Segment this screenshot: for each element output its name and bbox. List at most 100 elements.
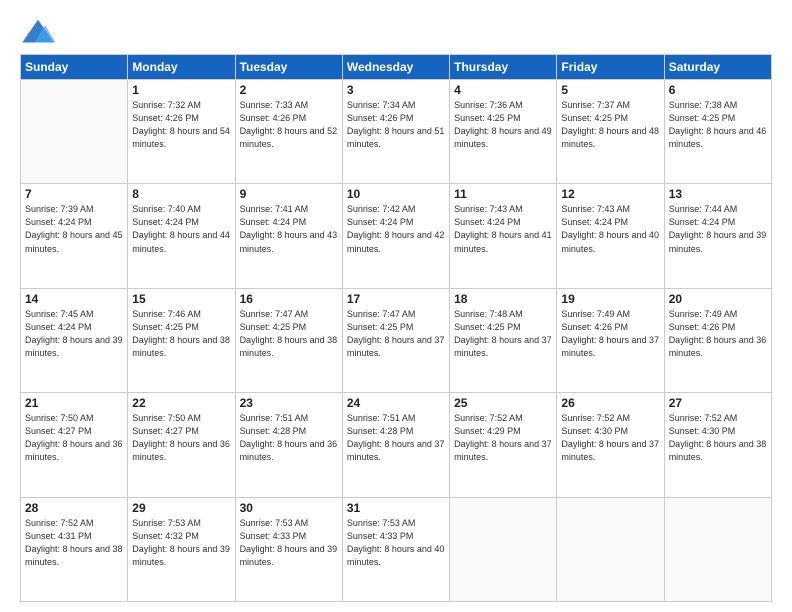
header [20, 18, 772, 46]
calendar-cell: 8 Sunrise: 7:40 AMSunset: 4:24 PMDayligh… [128, 184, 235, 288]
day-info: Sunrise: 7:48 AMSunset: 4:25 PMDaylight:… [454, 308, 552, 360]
calendar-cell: 24 Sunrise: 7:51 AMSunset: 4:28 PMDaylig… [342, 393, 449, 497]
calendar-cell: 28 Sunrise: 7:52 AMSunset: 4:31 PMDaylig… [21, 497, 128, 601]
day-info: Sunrise: 7:49 AMSunset: 4:26 PMDaylight:… [561, 308, 659, 360]
day-info: Sunrise: 7:32 AMSunset: 4:26 PMDaylight:… [132, 99, 230, 151]
day-info: Sunrise: 7:53 AMSunset: 4:33 PMDaylight:… [240, 517, 338, 569]
day-info: Sunrise: 7:36 AMSunset: 4:25 PMDaylight:… [454, 99, 552, 151]
day-number: 5 [561, 83, 659, 97]
day-info: Sunrise: 7:52 AMSunset: 4:30 PMDaylight:… [561, 412, 659, 464]
logo [20, 18, 60, 46]
day-number: 18 [454, 292, 552, 306]
day-info: Sunrise: 7:40 AMSunset: 4:24 PMDaylight:… [132, 203, 230, 255]
day-info: Sunrise: 7:43 AMSunset: 4:24 PMDaylight:… [454, 203, 552, 255]
day-info: Sunrise: 7:39 AMSunset: 4:24 PMDaylight:… [25, 203, 123, 255]
day-number: 13 [669, 187, 767, 201]
calendar-cell: 16 Sunrise: 7:47 AMSunset: 4:25 PMDaylig… [235, 288, 342, 392]
day-number: 6 [669, 83, 767, 97]
calendar-cell: 5 Sunrise: 7:37 AMSunset: 4:25 PMDayligh… [557, 80, 664, 184]
calendar-cell: 29 Sunrise: 7:53 AMSunset: 4:32 PMDaylig… [128, 497, 235, 601]
day-info: Sunrise: 7:52 AMSunset: 4:30 PMDaylight:… [669, 412, 767, 464]
day-number: 10 [347, 187, 445, 201]
calendar-week-row: 7 Sunrise: 7:39 AMSunset: 4:24 PMDayligh… [21, 184, 772, 288]
day-info: Sunrise: 7:37 AMSunset: 4:25 PMDaylight:… [561, 99, 659, 151]
day-number: 1 [132, 83, 230, 97]
calendar-cell: 23 Sunrise: 7:51 AMSunset: 4:28 PMDaylig… [235, 393, 342, 497]
weekday-header: Wednesday [342, 55, 449, 80]
day-info: Sunrise: 7:46 AMSunset: 4:25 PMDaylight:… [132, 308, 230, 360]
day-number: 9 [240, 187, 338, 201]
day-number: 23 [240, 396, 338, 410]
calendar-cell: 22 Sunrise: 7:50 AMSunset: 4:27 PMDaylig… [128, 393, 235, 497]
calendar-cell: 14 Sunrise: 7:45 AMSunset: 4:24 PMDaylig… [21, 288, 128, 392]
day-number: 14 [25, 292, 123, 306]
day-info: Sunrise: 7:53 AMSunset: 4:33 PMDaylight:… [347, 517, 445, 569]
calendar-table: SundayMondayTuesdayWednesdayThursdayFrid… [20, 54, 772, 602]
calendar-cell: 11 Sunrise: 7:43 AMSunset: 4:24 PMDaylig… [450, 184, 557, 288]
calendar-cell: 25 Sunrise: 7:52 AMSunset: 4:29 PMDaylig… [450, 393, 557, 497]
day-number: 2 [240, 83, 338, 97]
day-info: Sunrise: 7:51 AMSunset: 4:28 PMDaylight:… [240, 412, 338, 464]
calendar-cell: 1 Sunrise: 7:32 AMSunset: 4:26 PMDayligh… [128, 80, 235, 184]
weekday-header: Tuesday [235, 55, 342, 80]
day-info: Sunrise: 7:52 AMSunset: 4:29 PMDaylight:… [454, 412, 552, 464]
calendar-cell [664, 497, 771, 601]
day-number: 7 [25, 187, 123, 201]
day-number: 11 [454, 187, 552, 201]
day-number: 8 [132, 187, 230, 201]
calendar-week-row: 28 Sunrise: 7:52 AMSunset: 4:31 PMDaylig… [21, 497, 772, 601]
calendar-cell: 3 Sunrise: 7:34 AMSunset: 4:26 PMDayligh… [342, 80, 449, 184]
day-info: Sunrise: 7:51 AMSunset: 4:28 PMDaylight:… [347, 412, 445, 464]
day-number: 28 [25, 501, 123, 515]
day-number: 22 [132, 396, 230, 410]
calendar-cell [21, 80, 128, 184]
day-info: Sunrise: 7:47 AMSunset: 4:25 PMDaylight:… [347, 308, 445, 360]
day-info: Sunrise: 7:45 AMSunset: 4:24 PMDaylight:… [25, 308, 123, 360]
weekday-header: Monday [128, 55, 235, 80]
calendar-week-row: 21 Sunrise: 7:50 AMSunset: 4:27 PMDaylig… [21, 393, 772, 497]
calendar-cell: 9 Sunrise: 7:41 AMSunset: 4:24 PMDayligh… [235, 184, 342, 288]
day-info: Sunrise: 7:38 AMSunset: 4:25 PMDaylight:… [669, 99, 767, 151]
day-info: Sunrise: 7:50 AMSunset: 4:27 PMDaylight:… [25, 412, 123, 464]
page: SundayMondayTuesdayWednesdayThursdayFrid… [0, 0, 792, 612]
day-number: 15 [132, 292, 230, 306]
calendar-cell: 19 Sunrise: 7:49 AMSunset: 4:26 PMDaylig… [557, 288, 664, 392]
day-number: 30 [240, 501, 338, 515]
calendar-header-row: SundayMondayTuesdayWednesdayThursdayFrid… [21, 55, 772, 80]
day-info: Sunrise: 7:42 AMSunset: 4:24 PMDaylight:… [347, 203, 445, 255]
day-number: 19 [561, 292, 659, 306]
day-info: Sunrise: 7:33 AMSunset: 4:26 PMDaylight:… [240, 99, 338, 151]
calendar-cell: 20 Sunrise: 7:49 AMSunset: 4:26 PMDaylig… [664, 288, 771, 392]
day-info: Sunrise: 7:41 AMSunset: 4:24 PMDaylight:… [240, 203, 338, 255]
day-number: 3 [347, 83, 445, 97]
calendar-cell: 18 Sunrise: 7:48 AMSunset: 4:25 PMDaylig… [450, 288, 557, 392]
day-number: 4 [454, 83, 552, 97]
day-number: 17 [347, 292, 445, 306]
day-info: Sunrise: 7:53 AMSunset: 4:32 PMDaylight:… [132, 517, 230, 569]
day-info: Sunrise: 7:34 AMSunset: 4:26 PMDaylight:… [347, 99, 445, 151]
day-number: 16 [240, 292, 338, 306]
day-number: 24 [347, 396, 445, 410]
day-number: 29 [132, 501, 230, 515]
weekday-header: Friday [557, 55, 664, 80]
calendar-week-row: 1 Sunrise: 7:32 AMSunset: 4:26 PMDayligh… [21, 80, 772, 184]
day-info: Sunrise: 7:52 AMSunset: 4:31 PMDaylight:… [25, 517, 123, 569]
day-number: 12 [561, 187, 659, 201]
calendar-cell: 6 Sunrise: 7:38 AMSunset: 4:25 PMDayligh… [664, 80, 771, 184]
day-info: Sunrise: 7:47 AMSunset: 4:25 PMDaylight:… [240, 308, 338, 360]
day-number: 26 [561, 396, 659, 410]
calendar-cell: 30 Sunrise: 7:53 AMSunset: 4:33 PMDaylig… [235, 497, 342, 601]
weekday-header: Saturday [664, 55, 771, 80]
calendar-cell: 12 Sunrise: 7:43 AMSunset: 4:24 PMDaylig… [557, 184, 664, 288]
calendar-cell: 10 Sunrise: 7:42 AMSunset: 4:24 PMDaylig… [342, 184, 449, 288]
day-number: 25 [454, 396, 552, 410]
day-number: 31 [347, 501, 445, 515]
day-info: Sunrise: 7:49 AMSunset: 4:26 PMDaylight:… [669, 308, 767, 360]
calendar-cell: 21 Sunrise: 7:50 AMSunset: 4:27 PMDaylig… [21, 393, 128, 497]
day-info: Sunrise: 7:44 AMSunset: 4:24 PMDaylight:… [669, 203, 767, 255]
day-info: Sunrise: 7:43 AMSunset: 4:24 PMDaylight:… [561, 203, 659, 255]
calendar-cell: 31 Sunrise: 7:53 AMSunset: 4:33 PMDaylig… [342, 497, 449, 601]
calendar-cell: 13 Sunrise: 7:44 AMSunset: 4:24 PMDaylig… [664, 184, 771, 288]
calendar-cell: 27 Sunrise: 7:52 AMSunset: 4:30 PMDaylig… [664, 393, 771, 497]
day-number: 20 [669, 292, 767, 306]
